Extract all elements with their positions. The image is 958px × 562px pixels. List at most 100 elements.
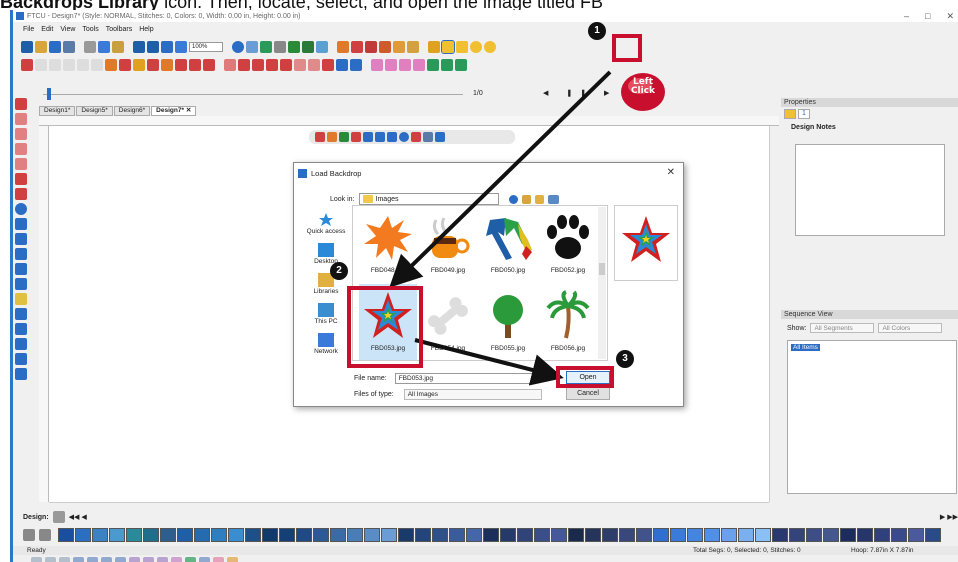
warp-icon[interactable] [77,58,89,71]
slider-thumb[interactable] [47,88,51,100]
pointer-float-icon[interactable] [315,132,325,142]
stitch-block-icon[interactable] [199,556,210,562]
color-swatch[interactable] [126,528,142,542]
up-folder-icon[interactable] [521,194,531,204]
color-swatch[interactable] [262,528,278,542]
menu-file[interactable]: File [23,24,34,36]
color-swatch[interactable] [109,528,125,542]
tab-design1[interactable]: Design1* [39,106,76,116]
open-button[interactable]: Open [566,371,610,384]
color-swatch[interactable] [160,528,176,542]
all-items-row[interactable]: All Items [791,344,820,351]
pattern-icon[interactable] [49,58,61,71]
star-icon[interactable] [470,40,482,53]
sun-icon[interactable] [484,40,496,53]
pointer-icon[interactable] [15,98,27,110]
sequence-list[interactable]: All Items [787,340,957,494]
color-swatch[interactable] [568,528,584,542]
color-swatch[interactable] [789,528,805,542]
shape-star-icon[interactable] [133,58,145,71]
share-icon[interactable] [246,40,258,53]
color-swatch[interactable] [585,528,601,542]
menu-tools[interactable]: Tools [82,24,98,36]
ungroup-icon[interactable] [336,58,348,71]
font-icon[interactable] [105,58,117,71]
place-network[interactable]: Network [314,333,338,355]
back-float-icon[interactable] [363,132,373,142]
print-icon[interactable] [63,40,75,53]
color-swatch[interactable] [806,528,822,542]
heart-icon[interactable] [119,58,131,71]
color-swatch[interactable] [381,528,397,542]
palette-grid-icon[interactable] [23,529,35,541]
merge-icon[interactable] [266,58,278,71]
properties-tab-1[interactable]: 1 [798,109,810,119]
view-menu-icon[interactable] [547,194,559,204]
forward-float-icon[interactable] [375,132,385,142]
reshape-icon[interactable] [15,113,27,125]
minus-icon[interactable] [385,58,397,71]
text-icon[interactable] [21,58,33,71]
share-tool-icon[interactable] [15,308,27,320]
colors-select[interactable]: All Colors [878,323,943,333]
wand-icon[interactable] [456,40,468,53]
stitch-heart-icon[interactable] [213,556,224,562]
vertical-scrollbar[interactable] [769,126,779,502]
stitch-tool-icon[interactable] [15,218,27,230]
grid-icon[interactable] [161,40,173,53]
color-swatch[interactable] [449,528,465,542]
color-swatch[interactable] [517,528,533,542]
color-swatch[interactable] [415,528,431,542]
file-item[interactable]: FBD048.jpg [359,206,417,284]
stitch-blend-icon[interactable] [101,556,112,562]
color-swatch[interactable] [228,528,244,542]
zoom-select[interactable]: 100% [189,41,223,52]
stitch-satin-icon[interactable] [59,556,70,562]
settings-icon[interactable] [175,40,187,53]
node-icon[interactable] [365,40,377,53]
view-icon[interactable] [232,40,244,53]
file-scroll-thumb[interactable] [599,263,605,275]
cross-icon[interactable] [63,58,75,71]
shape-icon[interactable] [260,40,272,53]
frame-icon[interactable] [175,58,187,71]
brush-icon[interactable] [316,40,328,53]
color-swatch[interactable] [925,528,941,542]
color-swatch[interactable] [58,528,74,542]
doc-icon[interactable] [15,338,27,350]
color-swatch[interactable] [143,528,159,542]
applique-icon[interactable] [35,58,47,71]
color-swatch[interactable] [891,528,907,542]
menu-help[interactable]: Help [139,24,153,36]
diamond-icon[interactable] [147,58,159,71]
tab-close-icon[interactable]: ✕ [186,107,191,114]
file-type-select[interactable]: All Images [403,389,542,400]
cancel-button[interactable]: Cancel [566,387,610,400]
ring-icon[interactable] [91,58,103,71]
color-swatch[interactable] [211,528,227,542]
stitch-icon[interactable] [379,40,391,53]
properties-tab-icon[interactable] [784,109,796,119]
wave-icon[interactable] [15,323,27,335]
color-swatch[interactable] [823,528,839,542]
stitch-slider[interactable] [43,88,463,100]
trim-icon[interactable] [427,58,439,71]
color-icon[interactable] [302,40,314,53]
tab-design6[interactable]: Design6* [113,106,151,116]
color-swatch[interactable] [347,528,363,542]
color-nav-right[interactable]: ▶ ▶▶ [940,513,958,521]
monogram-icon[interactable] [161,58,173,71]
zoom-icon[interactable] [15,173,27,185]
outline-icon[interactable] [441,58,453,71]
place-desktop[interactable]: Desktop [314,243,338,265]
new-icon[interactable] [21,40,33,53]
look-in-select[interactable]: Images [358,193,499,205]
select-icon[interactable] [351,40,363,53]
fill-icon[interactable] [288,40,300,53]
layers-icon[interactable] [15,278,27,290]
circle-icon[interactable] [393,40,405,53]
color-swatch[interactable] [364,528,380,542]
copy-icon[interactable] [98,40,110,53]
color-swatch[interactable] [245,528,261,542]
place-quick-access[interactable]: Quick access [307,213,345,235]
